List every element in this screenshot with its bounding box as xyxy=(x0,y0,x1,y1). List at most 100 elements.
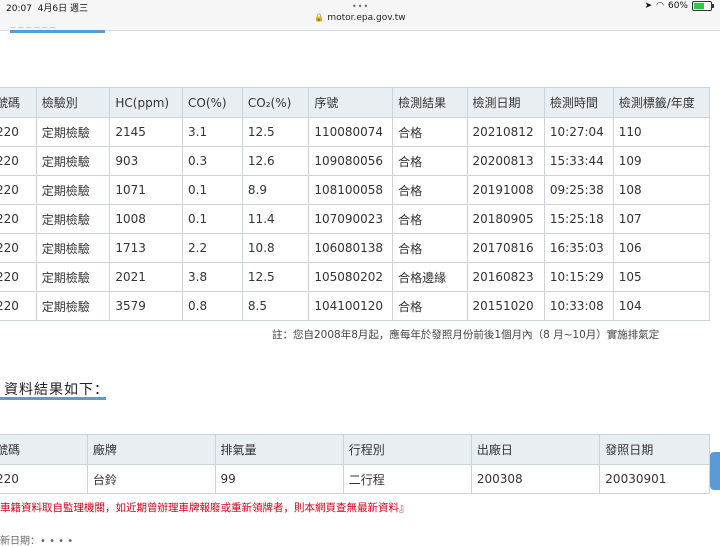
column-header: 序號 xyxy=(308,87,394,118)
table-cell: 107 xyxy=(612,204,711,234)
table-cell: 2145 xyxy=(109,117,184,147)
table-cell: 8.5 xyxy=(241,291,310,321)
table-cell: 0.3 xyxy=(182,146,243,176)
table-cell: 200308 xyxy=(470,464,601,494)
column-header: 號碼 xyxy=(0,87,37,118)
table-cell: 220 xyxy=(0,464,88,494)
table-row: 220定期檢驗20213.812.5105080202合格邊緣201608231… xyxy=(0,262,711,292)
table-cell: 220 xyxy=(0,175,37,205)
battery-percent: 60% xyxy=(667,1,688,11)
table-row: 220定期檢驗9030.312.6109080056合格2020081315:3… xyxy=(0,146,711,176)
table-cell: 220 xyxy=(0,146,37,176)
table-cell: 0.8 xyxy=(182,291,243,321)
table-cell: 定期檢驗 xyxy=(35,233,111,263)
column-header: 排氣量 xyxy=(214,434,344,465)
column-header: 廠牌 xyxy=(86,434,216,465)
column-header: 檢測結果 xyxy=(392,87,468,118)
column-header: HC(ppm) xyxy=(109,87,184,118)
table-cell: 104 xyxy=(612,291,711,321)
table-cell: 106 xyxy=(612,233,711,263)
table-row: 220定期檢驗35790.88.5104100120合格2015102010:3… xyxy=(0,291,711,321)
table-cell: 107090023 xyxy=(308,204,394,234)
table-header-row: 號碼廠牌排氣量行程別出廠日發照日期 xyxy=(0,434,710,465)
table-cell: 定期檢驗 xyxy=(35,117,111,147)
table-cell: 20210812 xyxy=(466,117,545,147)
table-cell: 108 xyxy=(612,175,711,205)
table-cell: 09:25:38 xyxy=(543,175,614,205)
table-cell: 220 xyxy=(0,233,37,263)
table-cell: 合格邊緣 xyxy=(392,262,468,292)
table-cell: 903 xyxy=(109,146,184,176)
table-cell: 12.5 xyxy=(241,117,310,147)
table-cell: 定期檢驗 xyxy=(35,175,111,205)
table-cell: 合格 xyxy=(392,175,468,205)
table-cell: 合格 xyxy=(392,291,468,321)
table-cell: 合格 xyxy=(392,204,468,234)
table-cell: 109080056 xyxy=(308,146,394,176)
table-cell: 二行程 xyxy=(342,464,472,494)
table-cell: 2021 xyxy=(109,262,184,292)
address-bar[interactable]: 🔒 motor.epa.gov.tw xyxy=(0,13,720,23)
table-row: 220定期檢驗21453.112.5110080074合格2021081210:… xyxy=(0,117,711,147)
table-cell: 合格 xyxy=(392,146,468,176)
table-cell: 定期檢驗 xyxy=(35,262,111,292)
table-cell: 8.9 xyxy=(241,175,310,205)
table-cell: 20170816 xyxy=(466,233,545,263)
location-icon: ➤ xyxy=(644,1,653,11)
column-header: CO₂(%) xyxy=(241,87,310,118)
column-header: CO(%) xyxy=(182,87,243,118)
table-row: 220台鈴99二行程20030820030901 xyxy=(0,464,710,494)
table-cell: 1071 xyxy=(109,175,184,205)
table-cell: 定期檢驗 xyxy=(35,291,111,321)
lock-icon: 🔒 xyxy=(314,13,325,22)
status-indicators: ➤ ◠ 60% xyxy=(644,1,714,11)
table-cell: 2.2 xyxy=(182,233,243,263)
table-cell: 1008 xyxy=(109,204,184,234)
table-cell: 15:33:44 xyxy=(543,146,614,176)
multitask-dots-icon[interactable]: ••• xyxy=(352,2,369,11)
column-header: 行程別 xyxy=(342,434,472,465)
table-cell: 99 xyxy=(214,464,344,494)
table-cell: 定期檢驗 xyxy=(35,204,111,234)
column-header: 號碼 xyxy=(0,434,88,465)
table-cell: 3.8 xyxy=(182,262,243,292)
table-cell: 16:35:03 xyxy=(543,233,614,263)
table-cell: 定期檢驗 xyxy=(35,146,111,176)
table-cell: 台鈴 xyxy=(86,464,216,494)
column-header: 發照日期 xyxy=(599,434,710,465)
table-cell: 0.1 xyxy=(182,175,243,205)
table-cell: 220 xyxy=(0,204,37,234)
vehicle-data-warning: 車籍資料取自監理機關，如近期曾辦理車牌報廢或重新領牌者，則本網頁查無最新資料』 xyxy=(0,502,410,514)
table-cell: 3.1 xyxy=(182,117,243,147)
column-header: 檢驗別 xyxy=(35,87,111,118)
table-cell: 220 xyxy=(0,291,37,321)
table-row: 220定期檢驗10710.18.9108100058合格2019100809:2… xyxy=(0,175,711,205)
table-cell: 合格 xyxy=(392,233,468,263)
table-row: 220定期檢驗10080.111.4107090023合格2018090515:… xyxy=(0,204,711,234)
battery-fill xyxy=(694,3,704,9)
table-cell: 20160823 xyxy=(466,262,545,292)
battery-icon xyxy=(692,1,714,11)
side-floating-tab[interactable] xyxy=(710,452,720,490)
table-cell: 109 xyxy=(612,146,711,176)
table-cell: 220 xyxy=(0,262,37,292)
heading-underline xyxy=(10,30,105,33)
wifi-icon: ◠ xyxy=(656,1,664,11)
table-cell: 108100058 xyxy=(308,175,394,205)
table-cell: 12.6 xyxy=(241,146,310,176)
column-header: 檢測時間 xyxy=(543,87,614,118)
url-text: motor.epa.gov.tw xyxy=(327,13,406,23)
vehicle-info-table: 號碼廠牌排氣量行程別出廠日發照日期 220台鈴99二行程200308200309… xyxy=(0,434,710,494)
table-cell: 10:33:08 xyxy=(543,291,614,321)
table-cell: 1713 xyxy=(109,233,184,263)
table-cell: 105080202 xyxy=(308,262,394,292)
inspection-records-table: 號碼檢驗別HC(ppm)CO(%)CO₂(%)序號檢測結果檢測日期檢測時間檢測標… xyxy=(0,87,711,321)
table-row: 220定期檢驗17132.210.8106080138合格2017081616:… xyxy=(0,233,711,263)
table-cell: 15:25:18 xyxy=(543,204,614,234)
column-header: 檢測標籤/年度 xyxy=(612,87,711,118)
table-cell: 12.5 xyxy=(241,262,310,292)
table-cell: 0.1 xyxy=(182,204,243,234)
table-cell: 10:27:04 xyxy=(543,117,614,147)
section-title-underline xyxy=(0,397,106,400)
table-cell: 合格 xyxy=(392,117,468,147)
